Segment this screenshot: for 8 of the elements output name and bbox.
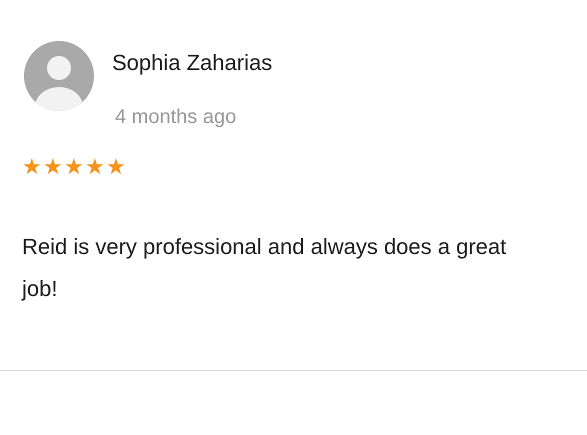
star-icon: ★ (64, 156, 84, 178)
author-name: Sophia Zaharias (112, 49, 272, 76)
star-icon: ★ (43, 156, 63, 178)
star-icon: ★ (106, 156, 126, 178)
star-icon: ★ (22, 156, 42, 178)
review-time: 4 months ago (115, 104, 238, 130)
review-text: Reid is very professional and always does a great job! (22, 232, 508, 303)
star-icon: ★ (85, 156, 105, 178)
